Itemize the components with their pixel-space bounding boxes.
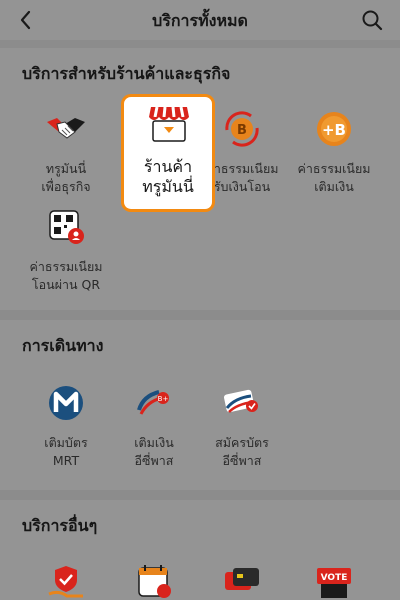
tile-mrt-topup[interactable]: เติมบัตร MRT (24, 378, 108, 478)
tile-other-1[interactable] (24, 556, 108, 600)
vote-text: VOTE (321, 573, 348, 583)
search-icon[interactable] (360, 8, 384, 32)
tile-label: ค่าธรรมเนียม โอนผ่าน QR (29, 259, 103, 292)
easypass-topup-icon: B+ (137, 390, 169, 415)
section-travel: การเดินทาง เติมบัตร MRT B+ เติมเงิน อีซี… (0, 320, 400, 490)
section-other: บริการอื่นๆ VOTE (0, 500, 400, 600)
svg-text:+B: +B (322, 121, 346, 139)
handshake-icon (47, 118, 85, 139)
tile-other-vote[interactable]: VOTE (292, 556, 376, 600)
tile-truemoney-business[interactable]: ทรูมันนี่ เพื่อธุรกิจ (24, 104, 108, 204)
mrt-logo-icon (49, 386, 83, 420)
tile-other-3[interactable] (200, 556, 284, 600)
qr-code-user-icon (49, 210, 84, 244)
tile-label: สมัครบัตร อีซี่พาส (215, 435, 269, 468)
tile-label: เติมบัตร MRT (44, 435, 88, 468)
tile-truemoney-shop[interactable]: ร้านค้า ทรูมันนี่ (121, 94, 215, 212)
baht-coin-arrows-icon: B (225, 111, 259, 147)
tile-label: เติมเงิน อีซี่พาส (134, 435, 174, 468)
tile-easypass-apply[interactable]: สมัครบัตร อีซี่พาส (200, 378, 284, 478)
easypass-apply-icon (223, 389, 258, 413)
tile-label: ค่าธรรมเนียม เติมเงิน (297, 161, 371, 194)
shield-hand-icon (48, 566, 83, 598)
tile-topup-fee[interactable]: +B ค่าธรรมเนียม เติมเงิน (292, 104, 376, 204)
cards-icon (225, 568, 259, 590)
tile-label: ทรูมันนี่ เพื่อธุรกิจ (41, 161, 91, 194)
svg-text:B+: B+ (158, 395, 169, 403)
calendar-bell-icon (138, 565, 171, 598)
storefront-icon (149, 106, 189, 142)
tile-qr-transfer-fee[interactable]: ค่าธรรมเนียม โอนผ่าน QR (24, 206, 108, 306)
plus-baht-coin-icon: +B (317, 112, 351, 146)
section-title-other: บริการอื่นๆ (22, 516, 98, 535)
tile-other-2[interactable] (112, 556, 196, 600)
vote-box-icon: VOTE (317, 568, 351, 598)
svg-text:B: B (237, 123, 247, 138)
page-title: บริการทั้งหมด (152, 11, 248, 30)
tile-easypass-topup[interactable]: B+ เติมเงิน อีซี่พาส (112, 378, 196, 478)
section-title-business: บริการสำหรับร้านค้าและธุรกิจ (22, 64, 231, 83)
section-title-travel: การเดินทาง (22, 336, 104, 355)
tile-label: ร้านค้า ทรูมันนี่ (142, 157, 194, 196)
top-bar: บริการทั้งหมด (0, 0, 400, 40)
